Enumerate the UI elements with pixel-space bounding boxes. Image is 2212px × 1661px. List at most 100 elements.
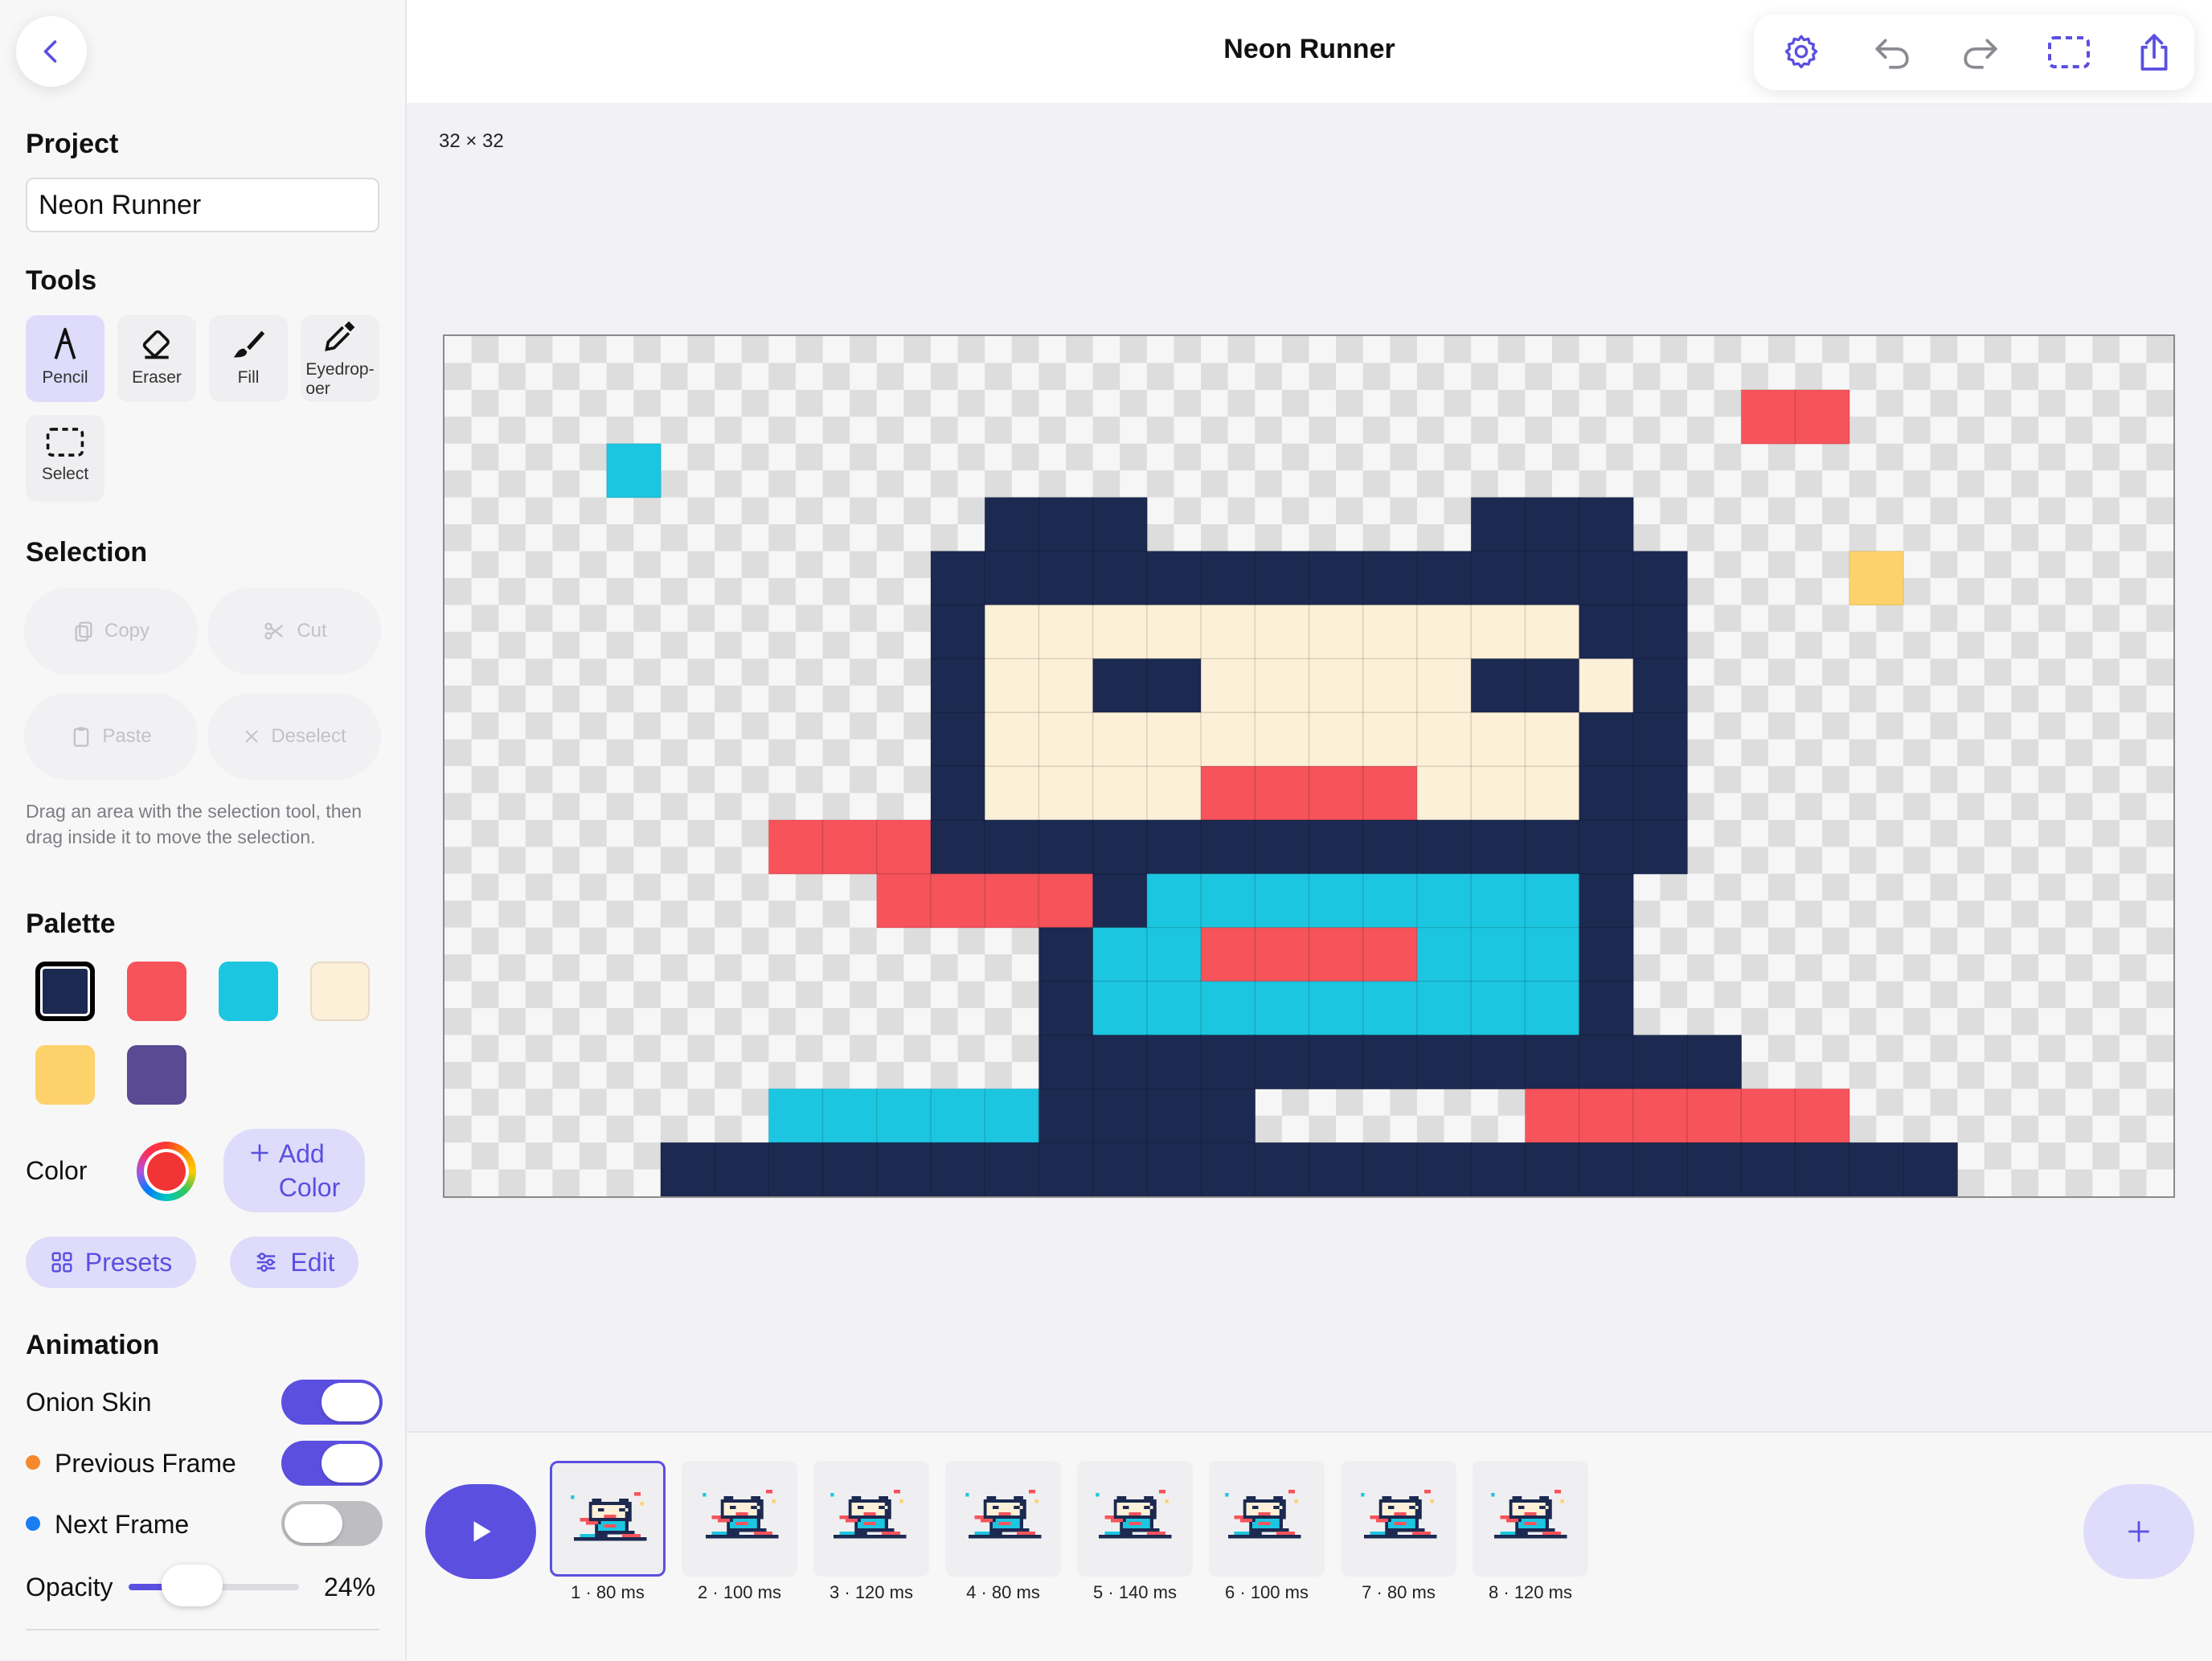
pixel	[628, 1515, 632, 1519]
pixel	[1515, 1506, 1519, 1510]
pixel	[1518, 1528, 1522, 1532]
pixel	[600, 1508, 604, 1512]
pixel	[854, 1499, 858, 1503]
frame-thumbnail[interactable]	[1473, 1461, 1588, 1577]
project-name-input[interactable]	[26, 178, 379, 232]
checker-cell	[850, 1035, 877, 1062]
tool-pencil[interactable]: Pencil	[26, 315, 104, 402]
pixel	[1261, 1535, 1265, 1539]
palette-swatch[interactable]	[127, 1045, 186, 1105]
cut-button[interactable]: Cut	[207, 588, 381, 675]
pixel	[610, 1505, 614, 1509]
pixel	[1536, 1512, 1540, 1516]
previous-frame-toggle[interactable]	[281, 1441, 383, 1486]
pixel	[860, 1528, 864, 1532]
checker-cell	[1795, 900, 1823, 928]
pixel	[1101, 1535, 1105, 1539]
add-frame-button[interactable]	[2083, 1484, 2194, 1579]
checker-cell	[822, 685, 850, 713]
pixel	[1471, 712, 1526, 767]
tool-select[interactable]: Select	[26, 415, 104, 502]
pixel	[1382, 1503, 1386, 1507]
frame-thumbnail[interactable]	[682, 1461, 797, 1577]
pixel	[882, 1506, 886, 1510]
checker-cell	[1092, 416, 1120, 444]
pixel	[1388, 1522, 1392, 1526]
pixel	[1267, 1535, 1271, 1539]
frame-thumbnail[interactable]	[945, 1461, 1061, 1577]
pixel	[748, 1509, 752, 1513]
palette-swatch[interactable]	[35, 1045, 95, 1105]
checker-cell	[606, 739, 634, 766]
paste-button[interactable]: Paste	[24, 693, 198, 780]
edit-palette-button[interactable]: Edit	[230, 1237, 358, 1288]
pixel	[974, 1532, 978, 1536]
pixel	[756, 1503, 760, 1507]
pixel	[604, 1518, 608, 1522]
checker-cell	[2038, 1142, 2066, 1170]
pixel	[1515, 1499, 1519, 1503]
pixel	[848, 1532, 852, 1536]
pixel	[1370, 1515, 1374, 1520]
redo-button[interactable]	[1956, 28, 2005, 76]
pixel	[1394, 1535, 1398, 1539]
pixel	[1146, 873, 1202, 929]
pixel	[756, 1499, 760, 1503]
palette-swatch[interactable]	[35, 962, 95, 1021]
checker-cell	[1660, 873, 1688, 901]
play-button[interactable]	[425, 1484, 536, 1579]
checker-cell	[1849, 954, 1877, 982]
tool-fill[interactable]: Fill	[209, 315, 288, 402]
pixel	[592, 1534, 596, 1538]
undo-button[interactable]	[1868, 28, 1916, 76]
pixel	[1533, 1506, 1537, 1510]
pixel	[610, 1502, 614, 1506]
checker-cell	[2146, 712, 2173, 740]
add-color-button[interactable]: Add Color	[223, 1129, 365, 1212]
settings-button[interactable]	[1777, 28, 1825, 76]
pixel	[610, 1524, 614, 1528]
opacity-slider-handle[interactable]	[162, 1565, 223, 1606]
pixel	[1525, 551, 1580, 605]
next-frame-toggle[interactable]	[281, 1501, 383, 1546]
palette-swatch[interactable]	[127, 962, 186, 1021]
checker-cell	[1984, 1142, 2012, 1170]
pixel	[718, 1535, 722, 1539]
color-picker[interactable]	[137, 1142, 196, 1201]
checker-cell	[2119, 847, 2147, 874]
pixel	[619, 1508, 623, 1512]
palette-swatch[interactable]	[219, 962, 278, 1021]
pixel	[1471, 1142, 1526, 1196]
checker-cell	[1876, 1089, 1903, 1116]
pixel	[715, 1532, 719, 1536]
copy-button[interactable]: Copy	[24, 588, 198, 675]
animation-heading: Animation	[26, 1330, 160, 1360]
pixel	[851, 1506, 855, 1510]
pixel-canvas[interactable]	[443, 334, 2175, 1198]
back-button[interactable]	[16, 16, 87, 87]
opacity-slider[interactable]	[129, 1565, 299, 1606]
onion-skin-toggle[interactable]	[281, 1380, 383, 1425]
pixel	[1116, 1515, 1120, 1520]
palette-swatch[interactable]	[310, 962, 370, 1021]
share-button[interactable]	[2130, 28, 2178, 76]
selection-mode-button[interactable]	[2045, 28, 2093, 76]
checker-cell	[633, 873, 661, 901]
pixel	[1161, 1532, 1165, 1536]
frame-thumbnail[interactable]	[813, 1461, 929, 1577]
frame-thumbnail[interactable]	[1209, 1461, 1325, 1577]
frame-thumbnail[interactable]	[550, 1461, 666, 1577]
checker-cell	[552, 577, 580, 605]
tool-eraser[interactable]: Eraser	[117, 315, 196, 402]
pixel	[1385, 1525, 1389, 1529]
pixel	[1542, 1528, 1546, 1532]
checker-cell	[1281, 336, 1309, 363]
checker-cell	[741, 605, 769, 632]
pixel	[1388, 1496, 1392, 1500]
deselect-button[interactable]: Deselect	[207, 693, 381, 780]
pixel	[732, 1499, 736, 1503]
presets-button[interactable]: Presets	[26, 1237, 196, 1288]
frame-thumbnail[interactable]	[1077, 1461, 1193, 1577]
tool-eyedropper[interactable]: Eyedrop- oer	[301, 315, 379, 402]
frame-thumbnail[interactable]	[1341, 1461, 1456, 1577]
